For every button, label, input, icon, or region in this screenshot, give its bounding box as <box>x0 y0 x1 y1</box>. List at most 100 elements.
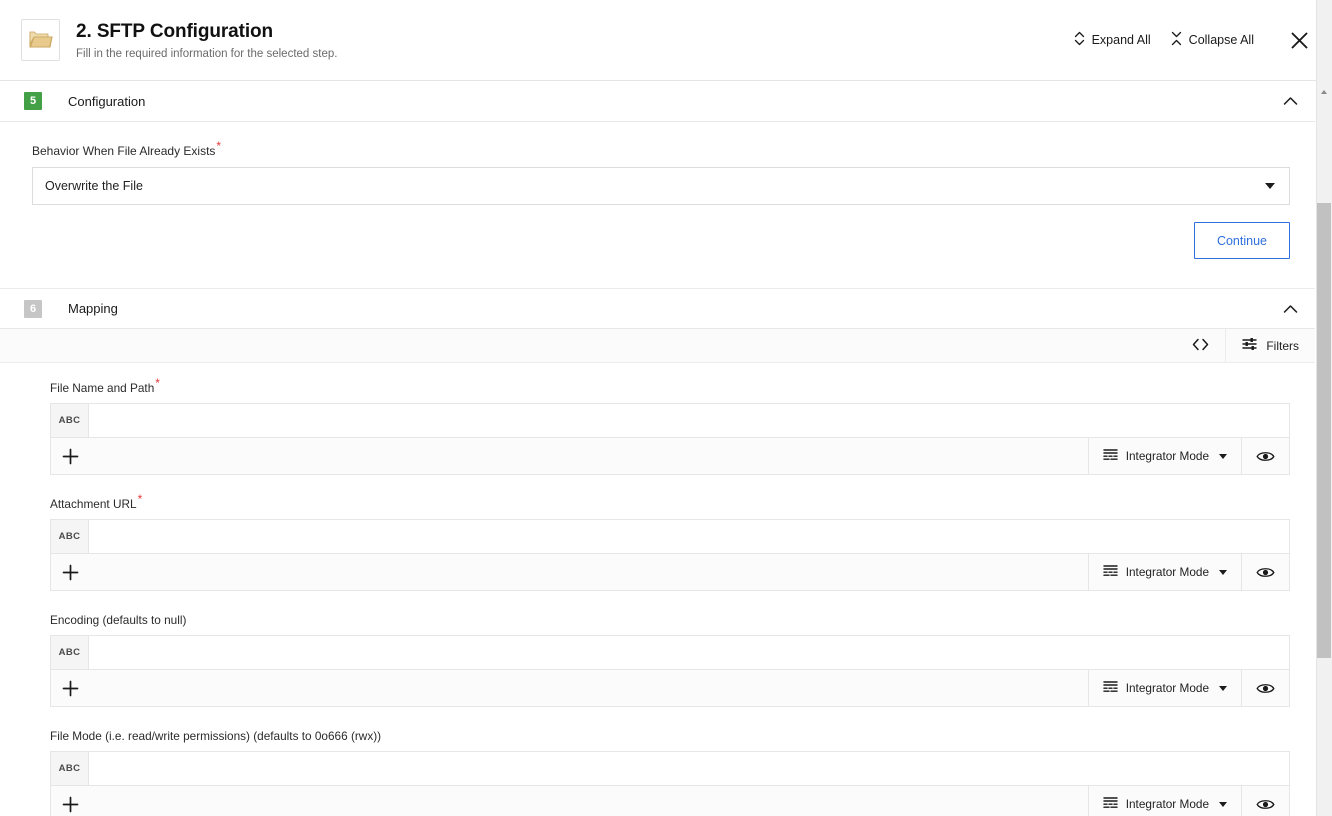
type-abc-cell[interactable]: ABC <box>51 520 89 553</box>
triangle-up-icon[interactable] <box>1317 85 1331 99</box>
chevron-collapse-icon <box>1171 31 1182 49</box>
section-header-mapping[interactable]: 6 Mapping <box>0 288 1315 329</box>
mapping-value-input[interactable] <box>89 752 1289 785</box>
integrator-mode-selector[interactable]: Integrator Mode <box>1087 554 1241 590</box>
mapping-field-label-text: Attachment URL <box>50 497 137 511</box>
close-icon[interactable] <box>1286 27 1312 53</box>
folder-icon <box>21 19 60 61</box>
integrator-mode-selector[interactable]: Integrator Mode <box>1087 438 1241 474</box>
lines-icon <box>1103 448 1118 464</box>
eye-icon[interactable] <box>1241 554 1289 590</box>
header-text-block: 2. SFTP Configuration Fill in the requir… <box>76 20 1064 61</box>
row-spacer <box>89 786 1088 816</box>
mapping-action-row: Integrator Mode <box>51 554 1289 590</box>
filters-label: Filters <box>1266 338 1299 353</box>
code-brackets-icon <box>1192 338 1209 354</box>
behavior-select-value: Overwrite the File <box>45 179 143 193</box>
lines-icon <box>1103 680 1118 696</box>
mapping-grid: ABC Integrator Mode <box>50 751 1290 816</box>
mapping-field-label: File Mode (i.e. read/write permissions) … <box>50 729 1290 743</box>
expand-all-label: Expand All <box>1091 33 1151 47</box>
integrator-mode-selector[interactable]: Integrator Mode <box>1087 786 1241 816</box>
sftp-configuration-dialog: 2. SFTP Configuration Fill in the requir… <box>0 0 1332 816</box>
mapping-grid: ABC Integrator Mode <box>50 519 1290 591</box>
caret-down-icon <box>1219 801 1227 807</box>
behavior-field-label-text: Behavior When File Already Exists <box>32 144 216 158</box>
filters-sliders-icon <box>1242 337 1258 354</box>
lines-icon <box>1103 564 1118 580</box>
vertical-scrollbar-inner[interactable] <box>1317 85 1331 816</box>
mapping-field-label-text: File Name and Path <box>50 381 155 395</box>
page-title: 2. SFTP Configuration <box>76 20 274 42</box>
chevron-up-icon-configuration[interactable] <box>1279 90 1301 112</box>
eye-icon[interactable] <box>1241 786 1289 816</box>
continue-button[interactable]: Continue <box>1193 222 1290 259</box>
vertical-scrollbar-thumb[interactable] <box>1317 203 1331 658</box>
dialog-body: 5 Configuration Behavior When File Alrea… <box>0 81 1332 816</box>
required-marker: * <box>155 376 160 391</box>
chevron-up-down-icon <box>1074 31 1085 49</box>
type-abc-cell[interactable]: ABC <box>51 752 89 785</box>
mapping-value-input[interactable] <box>89 404 1289 437</box>
mapping-grid: ABC Integrator Mode <box>50 635 1290 707</box>
mapping-action-row: Integrator Mode <box>51 786 1289 816</box>
mapping-grid: ABC Integrator Mode <box>50 403 1290 475</box>
mapping-action-row: Integrator Mode <box>51 438 1289 474</box>
chevron-up-icon-mapping[interactable] <box>1279 298 1301 320</box>
integrator-mode-selector[interactable]: Integrator Mode <box>1087 670 1241 706</box>
vertical-scrollbar-track[interactable] <box>1316 0 1332 816</box>
mapping-field: File Mode (i.e. read/write permissions) … <box>50 729 1290 816</box>
mapping-action-row: Integrator Mode <box>51 670 1289 706</box>
step-badge-5: 5 <box>24 92 42 110</box>
dialog-header: 2. SFTP Configuration Fill in the requir… <box>0 0 1332 81</box>
row-spacer <box>89 438 1088 474</box>
mapping-value-input[interactable] <box>89 520 1289 553</box>
mapping-value-row: ABC <box>51 636 1289 670</box>
eye-icon[interactable] <box>1241 438 1289 474</box>
section-title-mapping: Mapping <box>68 301 118 316</box>
collapse-all-label: Collapse All <box>1188 33 1254 47</box>
plus-icon[interactable] <box>51 554 89 590</box>
caret-down-icon <box>1219 453 1227 459</box>
mapping-field-label: Encoding (defaults to null) <box>50 613 1290 627</box>
type-abc-cell[interactable]: ABC <box>51 636 89 669</box>
section-title-configuration: Configuration <box>68 93 146 109</box>
caret-down-icon <box>1219 569 1227 575</box>
required-marker: * <box>216 139 222 153</box>
mapping-field: File Name and Path* ABC Integrator Mode <box>50 377 1290 475</box>
code-view-button[interactable] <box>1176 329 1225 363</box>
mapping-value-row: ABC <box>51 404 1289 438</box>
sections-container: 5 Configuration Behavior When File Alrea… <box>0 81 1315 816</box>
mapping-field-label: File Name and Path* <box>50 377 1290 395</box>
integrator-mode-label: Integrator Mode <box>1125 681 1209 695</box>
step-badge-6: 6 <box>24 299 42 318</box>
expand-all-button[interactable]: Expand All <box>1064 25 1161 55</box>
behavior-field-label: Behavior When File Already Exists* <box>32 140 1290 158</box>
collapse-all-button[interactable]: Collapse All <box>1161 25 1264 55</box>
behavior-select[interactable]: Overwrite the File <box>32 167 1290 205</box>
page-subtitle: Fill in the required information for the… <box>76 47 338 60</box>
plus-icon[interactable] <box>51 786 89 816</box>
section-header-configuration[interactable]: 5 Configuration <box>0 81 1315 122</box>
eye-icon[interactable] <box>1241 670 1289 706</box>
mapping-field-label-text: File Mode (i.e. read/write permissions) … <box>50 729 382 743</box>
row-spacer <box>89 670 1088 706</box>
mapping-field: Attachment URL* ABC Integrator Mode <box>50 493 1290 591</box>
row-spacer <box>89 554 1088 590</box>
caret-down-icon <box>1265 183 1275 189</box>
integrator-mode-label: Integrator Mode <box>1125 797 1209 811</box>
folder-icon-glyph <box>29 31 53 48</box>
mapping-field: Encoding (defaults to null) ABC Integrat… <box>50 613 1290 707</box>
mapping-value-row: ABC <box>51 752 1289 786</box>
mapping-field-label-text: Encoding (defaults to null) <box>50 613 187 627</box>
mapping-fields: File Name and Path* ABC Integrator Mode … <box>0 363 1315 816</box>
lines-icon <box>1103 796 1118 812</box>
mapping-value-input[interactable] <box>89 636 1289 669</box>
continue-row: Continue <box>32 222 1290 288</box>
type-abc-cell[interactable]: ABC <box>51 404 89 437</box>
plus-icon[interactable] <box>51 670 89 706</box>
filters-button[interactable]: Filters <box>1226 329 1315 363</box>
plus-icon[interactable] <box>51 438 89 474</box>
integrator-mode-label: Integrator Mode <box>1125 449 1209 463</box>
mapping-field-label: Attachment URL* <box>50 493 1290 511</box>
